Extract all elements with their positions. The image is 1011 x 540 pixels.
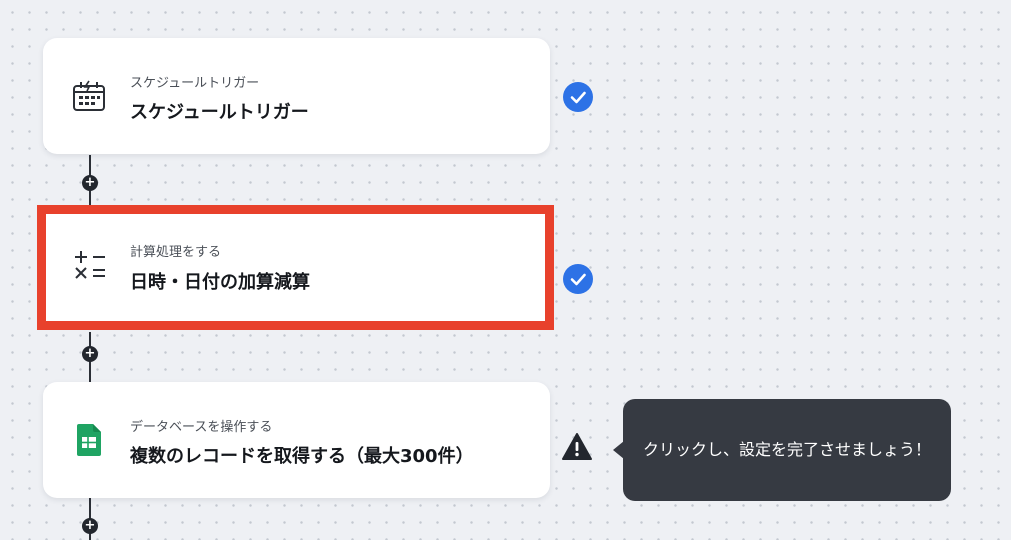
step-category-label: 計算処理をする [130,245,222,260]
setup-hint-tooltip: クリックし、設定を完了させましょう！ [623,399,951,501]
checkmark-icon [570,91,586,104]
step-title: スケジュールトリガー [130,102,309,123]
calculator-operators-icon [72,247,108,283]
add-step-button[interactable]: + [82,175,98,191]
step-title: 複数のレコードを取得する（最大300件） [130,446,474,467]
step-complete-badge [563,264,593,294]
step-card-database-get-records[interactable]: データベースを操作する 複数のレコードを取得する（最大300件） [43,382,550,498]
flow-canvas: + + + スケジュールトリガー スケジュールトリガー 計算処理をする 日時・日… [0,0,1011,540]
step-title: 日時・日付の加算減算 [130,272,310,293]
schedule-calendar-icon [71,78,107,114]
checkmark-icon [570,273,586,286]
add-step-button[interactable]: + [82,346,98,362]
google-sheets-icon [71,422,107,458]
add-step-button[interactable]: + [82,518,98,534]
warning-icon [561,432,593,462]
step-complete-badge [563,82,593,112]
step-category-label: データベースを操作する [130,420,273,435]
step-category-label: スケジュールトリガー [130,76,260,91]
step-card-date-calculation[interactable]: 計算処理をする 日時・日付の加算減算 [37,205,554,330]
step-card-schedule-trigger[interactable]: スケジュールトリガー スケジュールトリガー [43,38,550,154]
